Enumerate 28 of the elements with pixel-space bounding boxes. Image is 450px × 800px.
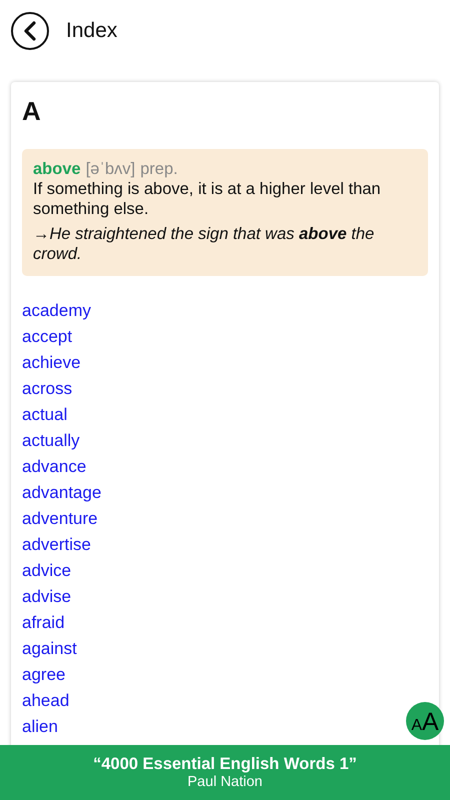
word-link[interactable]: advantage [22, 480, 102, 506]
word-link[interactable]: adventure [22, 506, 98, 532]
word-link[interactable]: advertise [22, 532, 91, 558]
word-link[interactable]: against [22, 636, 77, 662]
word-link[interactable]: actual [22, 402, 68, 428]
part-of-speech: prep. [140, 160, 178, 179]
example-sentence: →He straightened the sign that was above the crowd. [33, 224, 376, 264]
word-link[interactable]: ahead [22, 688, 70, 714]
word-link[interactable]: agree [22, 662, 66, 688]
section-letter: A [22, 95, 42, 128]
word-link[interactable]: academy [22, 298, 91, 324]
word-link[interactable]: advise [22, 584, 72, 610]
word-link[interactable]: actually [22, 428, 80, 454]
book-title: “4000 Essential English Words 1” [93, 755, 357, 774]
headword: above [33, 160, 81, 179]
page-title: Index [66, 19, 118, 43]
back-button[interactable] [11, 12, 49, 50]
word-link[interactable]: afraid [22, 610, 65, 636]
book-author: Paul Nation [188, 774, 262, 790]
word-link[interactable]: accept [22, 324, 72, 350]
word-link[interactable]: achieve [22, 350, 81, 376]
pronunciation: [əˈbʌv] [86, 160, 136, 179]
word-link[interactable]: alien [22, 714, 58, 740]
definition: If something is above, it is at a higher level than something else. [33, 179, 382, 219]
word-link[interactable]: across [22, 376, 72, 402]
word-link[interactable]: advice [22, 558, 72, 584]
word-link[interactable]: advance [22, 454, 86, 480]
back-icon [23, 21, 37, 41]
